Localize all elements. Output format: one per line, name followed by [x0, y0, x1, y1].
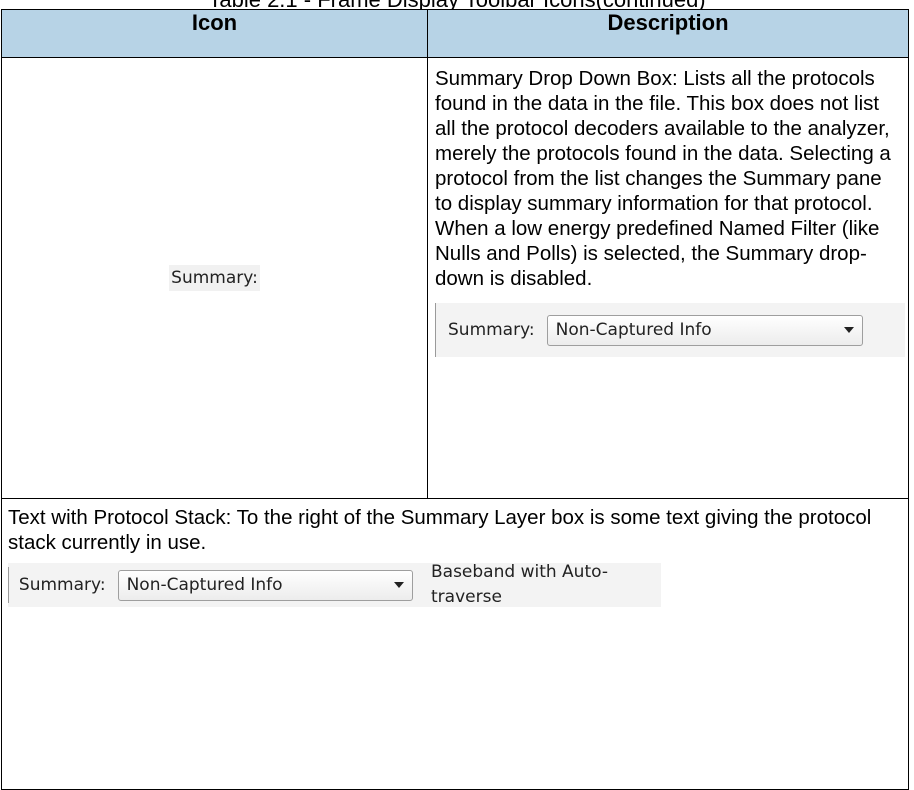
- summary-dropdown[interactable]: Non-Captured Info: [117, 569, 413, 601]
- summary-stack-toolbar-screenshot: Summary: Non-Captured Info Baseband with…: [8, 562, 661, 607]
- toolbar-separator: [8, 567, 9, 603]
- summary-dropdown-description: Summary Drop Down Box: Lists all the pro…: [435, 67, 891, 290]
- summary-dropdown-value: Non-Captured Info: [126, 574, 283, 595]
- chevron-down-icon: [394, 582, 404, 588]
- header-icon: Icon: [1, 9, 428, 58]
- description-cell: Text with Protocol Stack: To the right o…: [1, 498, 909, 790]
- summary-dropdown[interactable]: Non-Captured Info: [546, 314, 863, 346]
- summary-dropdown-value: Non-Captured Info: [555, 319, 712, 340]
- protocol-stack-text: Baseband with Auto-traverse: [431, 562, 608, 607]
- chevron-down-icon: [843, 327, 854, 333]
- summary-label-image: Summary:: [169, 265, 260, 291]
- description-cell: Summary Drop Down Box: Lists all the pro…: [427, 57, 909, 499]
- summary-label: Summary:: [448, 319, 535, 340]
- toolbar-icons-table: Icon Description Summary: Summary Drop D…: [1, 9, 909, 790]
- summary-toolbar-screenshot: Summary: Non-Captured Info: [435, 303, 905, 357]
- icon-cell: Summary:: [1, 57, 428, 499]
- table-row: Text with Protocol Stack: To the right o…: [1, 498, 909, 790]
- header-description: Description: [427, 9, 909, 58]
- table-header-row: Icon Description: [1, 9, 909, 58]
- table-row: Summary: Summary Drop Down Box: Lists al…: [1, 57, 909, 499]
- toolbar-separator: [435, 303, 436, 357]
- summary-label: Summary:: [18, 574, 106, 595]
- protocol-stack-description: Text with Protocol Stack: To the right o…: [8, 506, 872, 554]
